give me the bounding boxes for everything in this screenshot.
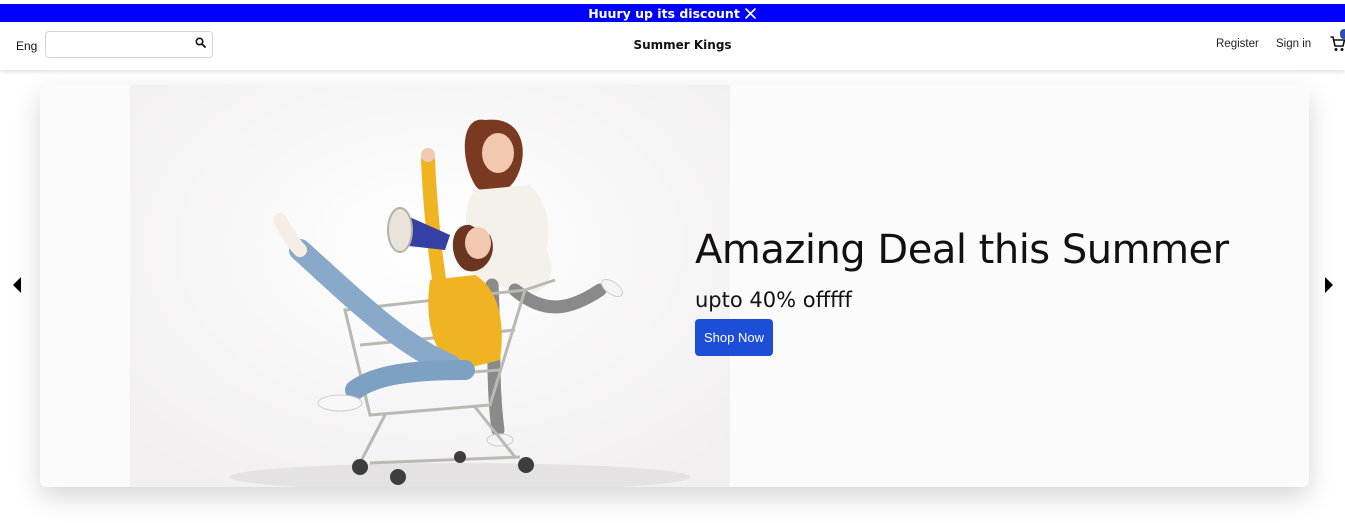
sign-in-link[interactable]: Sign in: [1276, 38, 1311, 50]
carousel-prev-button[interactable]: [3, 270, 31, 304]
cart-icon[interactable]: [1330, 29, 1345, 58]
close-icon[interactable]: [744, 7, 757, 20]
announcement-bar: Huury up its discount: [0, 4, 1345, 22]
search-input[interactable]: [52, 33, 196, 58]
language-selector[interactable]: Eng: [16, 39, 37, 53]
hero-subheadline: upto 40% offfff: [695, 288, 852, 312]
search-icon[interactable]: [195, 37, 206, 48]
navbar: Eng Summer Kings Register Sign in: [0, 22, 1345, 70]
search-box: [45, 31, 213, 58]
caret-right-icon: [1324, 276, 1334, 298]
register-link[interactable]: Register: [1216, 38, 1259, 50]
carousel-next-button[interactable]: [1315, 270, 1343, 304]
caret-left-icon: [12, 276, 22, 298]
hero-headline: Amazing Deal this Summer: [695, 227, 1229, 273]
shop-now-button[interactable]: Shop Now: [695, 319, 773, 356]
announcement-text: Huury up its discount: [588, 5, 740, 21]
hero-banner: Amazing Deal this Summer upto 40% offfff…: [40, 85, 1309, 487]
cart-badge: [1340, 29, 1345, 39]
hero-image: [130, 85, 730, 487]
